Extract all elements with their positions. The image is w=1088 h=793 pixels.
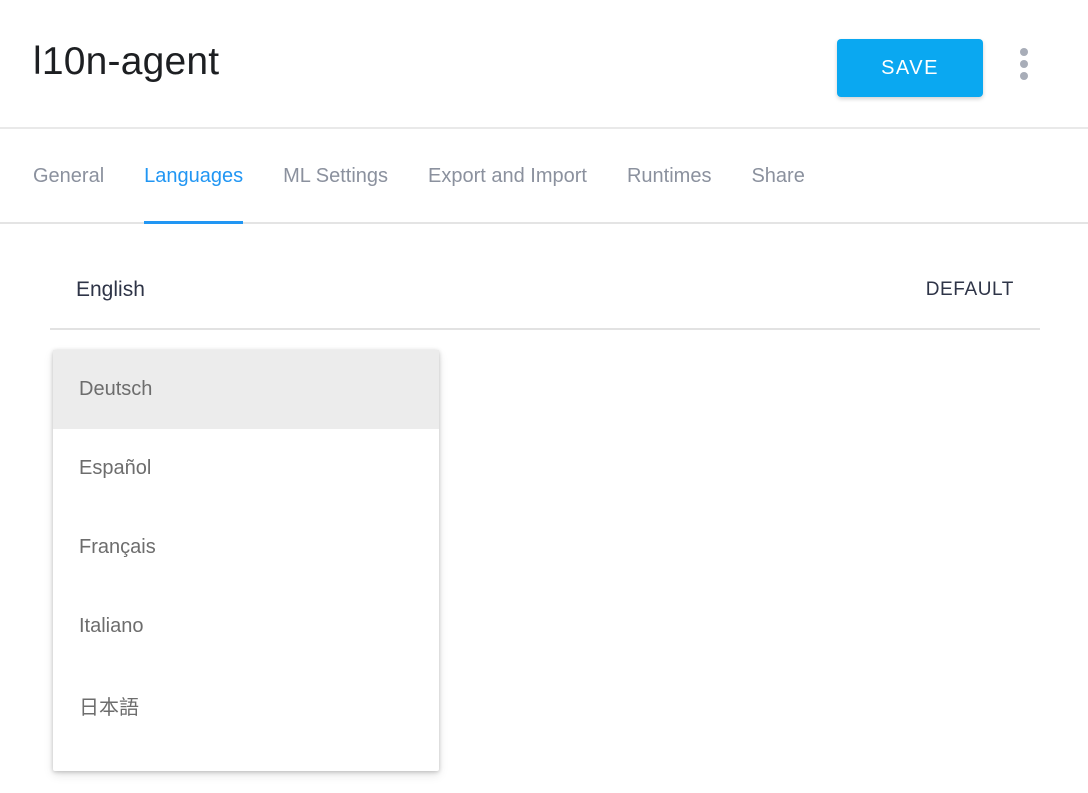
kebab-menu-button[interactable] <box>1008 42 1040 86</box>
dropdown-item-japanese[interactable]: 日本語 <box>53 666 439 745</box>
tab-runtimes[interactable]: Runtimes <box>627 131 711 222</box>
kebab-menu-icon <box>1020 48 1028 56</box>
tab-share[interactable]: Share <box>751 131 804 222</box>
dropdown-item-deutsch[interactable]: Deutsch <box>53 350 439 429</box>
dropdown-item-francais[interactable]: Français <box>53 508 439 587</box>
tab-export-and-import[interactable]: Export and Import <box>428 131 587 222</box>
default-badge: DEFAULT <box>926 279 1014 301</box>
selected-language-row[interactable]: English DEFAULT <box>50 252 1040 330</box>
tab-general[interactable]: General <box>33 131 104 222</box>
tab-ml-settings[interactable]: ML Settings <box>283 131 388 222</box>
app-window: l10n-agent SAVE General Languages ML Set… <box>0 0 1088 793</box>
header: l10n-agent SAVE <box>0 0 1088 129</box>
dropdown-item-espanol[interactable]: Español <box>53 429 439 508</box>
save-button[interactable]: SAVE <box>837 39 983 97</box>
kebab-menu-icon <box>1020 60 1028 68</box>
language-dropdown-menu: Deutsch Español Français Italiano 日本語 <box>53 350 439 771</box>
selected-language-label: English <box>76 278 145 302</box>
dropdown-item-italiano[interactable]: Italiano <box>53 587 439 666</box>
tab-languages[interactable]: Languages <box>144 131 243 222</box>
tab-bar: General Languages ML Settings Export and… <box>0 131 1088 224</box>
page-title: l10n-agent <box>33 40 219 84</box>
kebab-menu-icon <box>1020 72 1028 80</box>
